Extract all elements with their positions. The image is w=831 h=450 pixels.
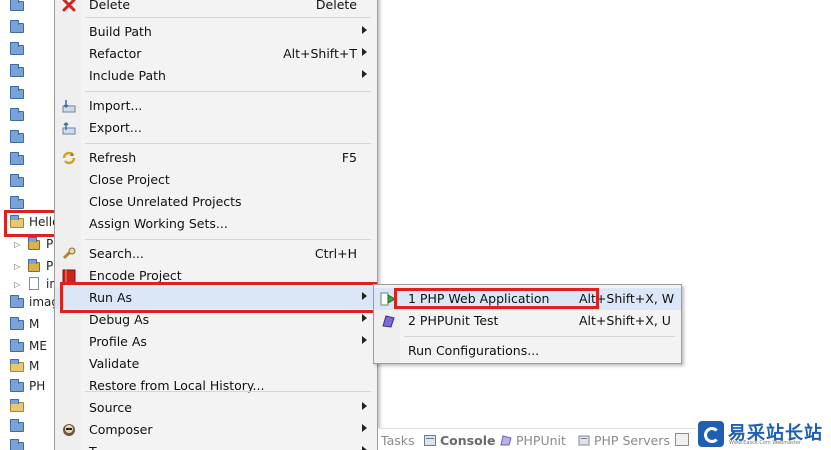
tree-row[interactable] [0, 148, 56, 170]
menu-item-refresh[interactable]: Refresh F5 [55, 147, 377, 169]
folder-icon [10, 86, 24, 99]
submenu-separator [404, 336, 675, 337]
tab-phpunit[interactable]: PHPUnit [500, 433, 566, 448]
folder-icon [10, 317, 24, 330]
menu-item-include-path[interactable]: Include Path [55, 65, 377, 87]
context-menu: Delete Delete Build Path Refactor Alt+Sh… [54, 0, 378, 450]
folder-icon [10, 439, 24, 450]
tab-tasks[interactable]: Tasks [381, 433, 415, 448]
import-icon [61, 98, 77, 114]
file-icon [29, 277, 39, 290]
submenu-arrow-icon [362, 424, 367, 432]
menu-separator [85, 239, 371, 240]
menu-separator [85, 91, 371, 92]
project-icon [10, 359, 24, 372]
tab-php-servers[interactable]: PHP Servers [578, 433, 670, 448]
menu-item-validate[interactable]: Validate [55, 353, 377, 375]
tree-row[interactable]: M [0, 313, 56, 335]
phpunit-icon [380, 313, 396, 329]
library-icon [28, 237, 40, 250]
export-icon [61, 120, 77, 136]
folder-icon [10, 174, 24, 187]
folder-icon [10, 108, 24, 121]
folder-icon [10, 64, 24, 77]
expand-arrow-icon[interactable]: ▷ [14, 240, 20, 249]
highlight-run-as-box [60, 282, 377, 313]
library-icon [28, 259, 40, 272]
tree-row[interactable] [0, 104, 56, 126]
submenu-arrow-icon [362, 314, 367, 322]
composer-icon [61, 422, 77, 438]
folder-icon [10, 339, 24, 352]
tree-row[interactable]: imag [0, 291, 57, 313]
folder-icon [10, 419, 24, 432]
tab-console[interactable]: Console [424, 433, 495, 448]
menu-item-profile-as[interactable]: Profile As [55, 331, 377, 353]
submenu-arrow-icon [362, 70, 367, 78]
menu-item-assign-working-sets[interactable]: Assign Working Sets... [55, 213, 377, 235]
menu-item-close-project[interactable]: Close Project [55, 169, 377, 191]
console-icon [424, 434, 436, 446]
menu-separator [85, 143, 371, 144]
folder-icon [10, 295, 24, 308]
eclipse-window: Hello ▷P ▷P ▷in imag M ME M PH Delete De… [0, 0, 831, 450]
delete-icon [61, 0, 77, 13]
tree-row[interactable]: ME [0, 335, 56, 357]
tree-row[interactable] [0, 82, 56, 104]
easck-logo-icon [698, 421, 724, 447]
menu-item-build-path[interactable]: Build Path [55, 21, 377, 43]
submenu-arrow-icon [362, 336, 367, 344]
highlight-php-web-application-box [394, 288, 599, 309]
menu-item-delete[interactable]: Delete Delete [55, 0, 377, 16]
project-icon [10, 399, 24, 412]
folder-icon [10, 130, 24, 143]
folder-icon [10, 196, 24, 209]
server-icon [578, 434, 590, 446]
expand-arrow-icon[interactable]: ▷ [14, 262, 20, 271]
tree-row[interactable] [0, 415, 56, 437]
submenu-arrow-icon [362, 26, 367, 34]
folder-icon [10, 20, 24, 33]
menu-item-source[interactable]: Source [55, 397, 377, 419]
menu-item-close-unrelated-projects[interactable]: Close Unrelated Projects [55, 191, 377, 213]
watermark-logo: 易采站长站 Www.Easck.Com Webmaster [696, 418, 831, 450]
search-icon [61, 246, 77, 262]
folder-icon [10, 0, 24, 11]
menu-item-export[interactable]: Export... [55, 117, 377, 139]
tree-row[interactable] [0, 38, 56, 60]
menu-separator [85, 17, 371, 18]
submenu-arrow-icon [362, 402, 367, 410]
tree-row[interactable] [0, 395, 56, 417]
tree-row[interactable] [0, 60, 56, 82]
tree-row[interactable] [0, 16, 56, 38]
menu-item-team[interactable]: T [55, 441, 377, 450]
submenu-arrow-icon [362, 446, 367, 450]
phpunit-icon [500, 434, 512, 446]
menu-item-import[interactable]: Import... [55, 95, 377, 117]
tree-row[interactable]: PH [0, 375, 56, 397]
submenu-item-phpunit-test[interactable]: 2 PHPUnit Test Alt+Shift+X, U [374, 310, 681, 332]
submenu-item-run-configurations[interactable]: Run Configurations... [374, 340, 681, 362]
tree-row[interactable]: M [0, 355, 56, 377]
refresh-icon [61, 150, 77, 166]
tree-row[interactable] [0, 435, 56, 450]
menu-item-composer[interactable]: Composer [55, 419, 377, 441]
menu-item-search[interactable]: Search... Ctrl+H [55, 243, 377, 265]
tree-row[interactable] [0, 126, 56, 148]
tree-row[interactable] [0, 170, 56, 192]
expand-arrow-icon[interactable]: ▷ [14, 280, 20, 289]
folder-icon [10, 379, 24, 392]
tree-row[interactable] [0, 0, 56, 16]
view-menu-icon[interactable] [675, 433, 689, 446]
submenu-arrow-icon [362, 48, 367, 56]
menu-separator [85, 391, 371, 392]
project-explorer-tree: Hello ▷P ▷P ▷in imag M ME M PH [0, 0, 60, 450]
tree-row[interactable]: ▷ P [0, 233, 56, 255]
menu-item-restore-local-history[interactable]: Restore from Local History... [55, 375, 377, 397]
menu-item-refactor[interactable]: Refactor Alt+Shift+T [55, 43, 377, 65]
folder-icon [10, 42, 24, 55]
folder-icon [10, 152, 24, 165]
